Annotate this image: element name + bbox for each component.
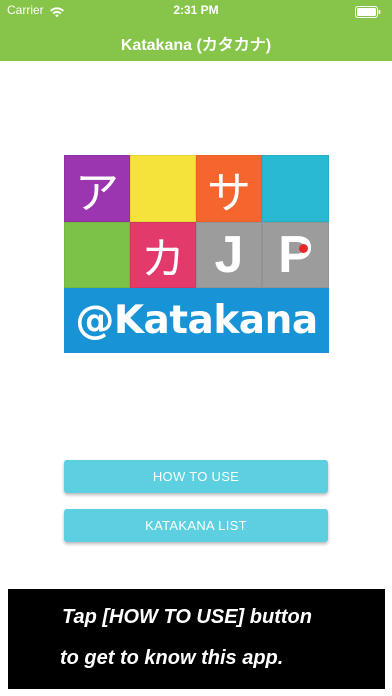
logo-tile-a: ア [64, 155, 130, 222]
logo-tile-j: J [196, 222, 262, 288]
page-title: Katakana (カタカナ) [120, 37, 272, 54]
logo-tile-ka: カ [130, 222, 196, 288]
logo-tile-cyan [262, 155, 329, 222]
logo-band-text: @Katakana [64, 288, 329, 353]
logo-glyph-a: ア [75, 167, 119, 219]
app-logo: ア サ カ J P @Katakana [64, 155, 329, 353]
logo-glyph-sa: サ [207, 167, 251, 219]
logo-tile-green [64, 222, 130, 288]
how-to-use-button[interactable]: HOW TO USE [64, 460, 328, 493]
logo-tile-yellow [130, 155, 196, 222]
instruction-banner: Tap [HOW TO USE] button to get to know t… [8, 589, 385, 689]
banner-line-1: Tap [HOW TO USE] button [62, 606, 312, 628]
banner-line-2: to get to know this app. [60, 647, 284, 669]
katakana-list-button[interactable]: KATAKANA LIST [64, 509, 328, 542]
battery-icon [355, 5, 381, 23]
logo-glyph-ka: カ [141, 234, 185, 285]
logo-glyph-j: J [214, 226, 244, 284]
app-header: Carrier 2:31 PM Katakana (カタカナ) [0, 0, 392, 61]
status-bar: Carrier 2:31 PM [0, 0, 392, 22]
logo-tile-p: P [262, 222, 329, 288]
logo-red-dot [299, 244, 308, 253]
status-time: 2:31 PM [173, 3, 219, 17]
logo-tile-sa: サ [196, 155, 262, 222]
logo-glyph-p: P [278, 226, 313, 284]
